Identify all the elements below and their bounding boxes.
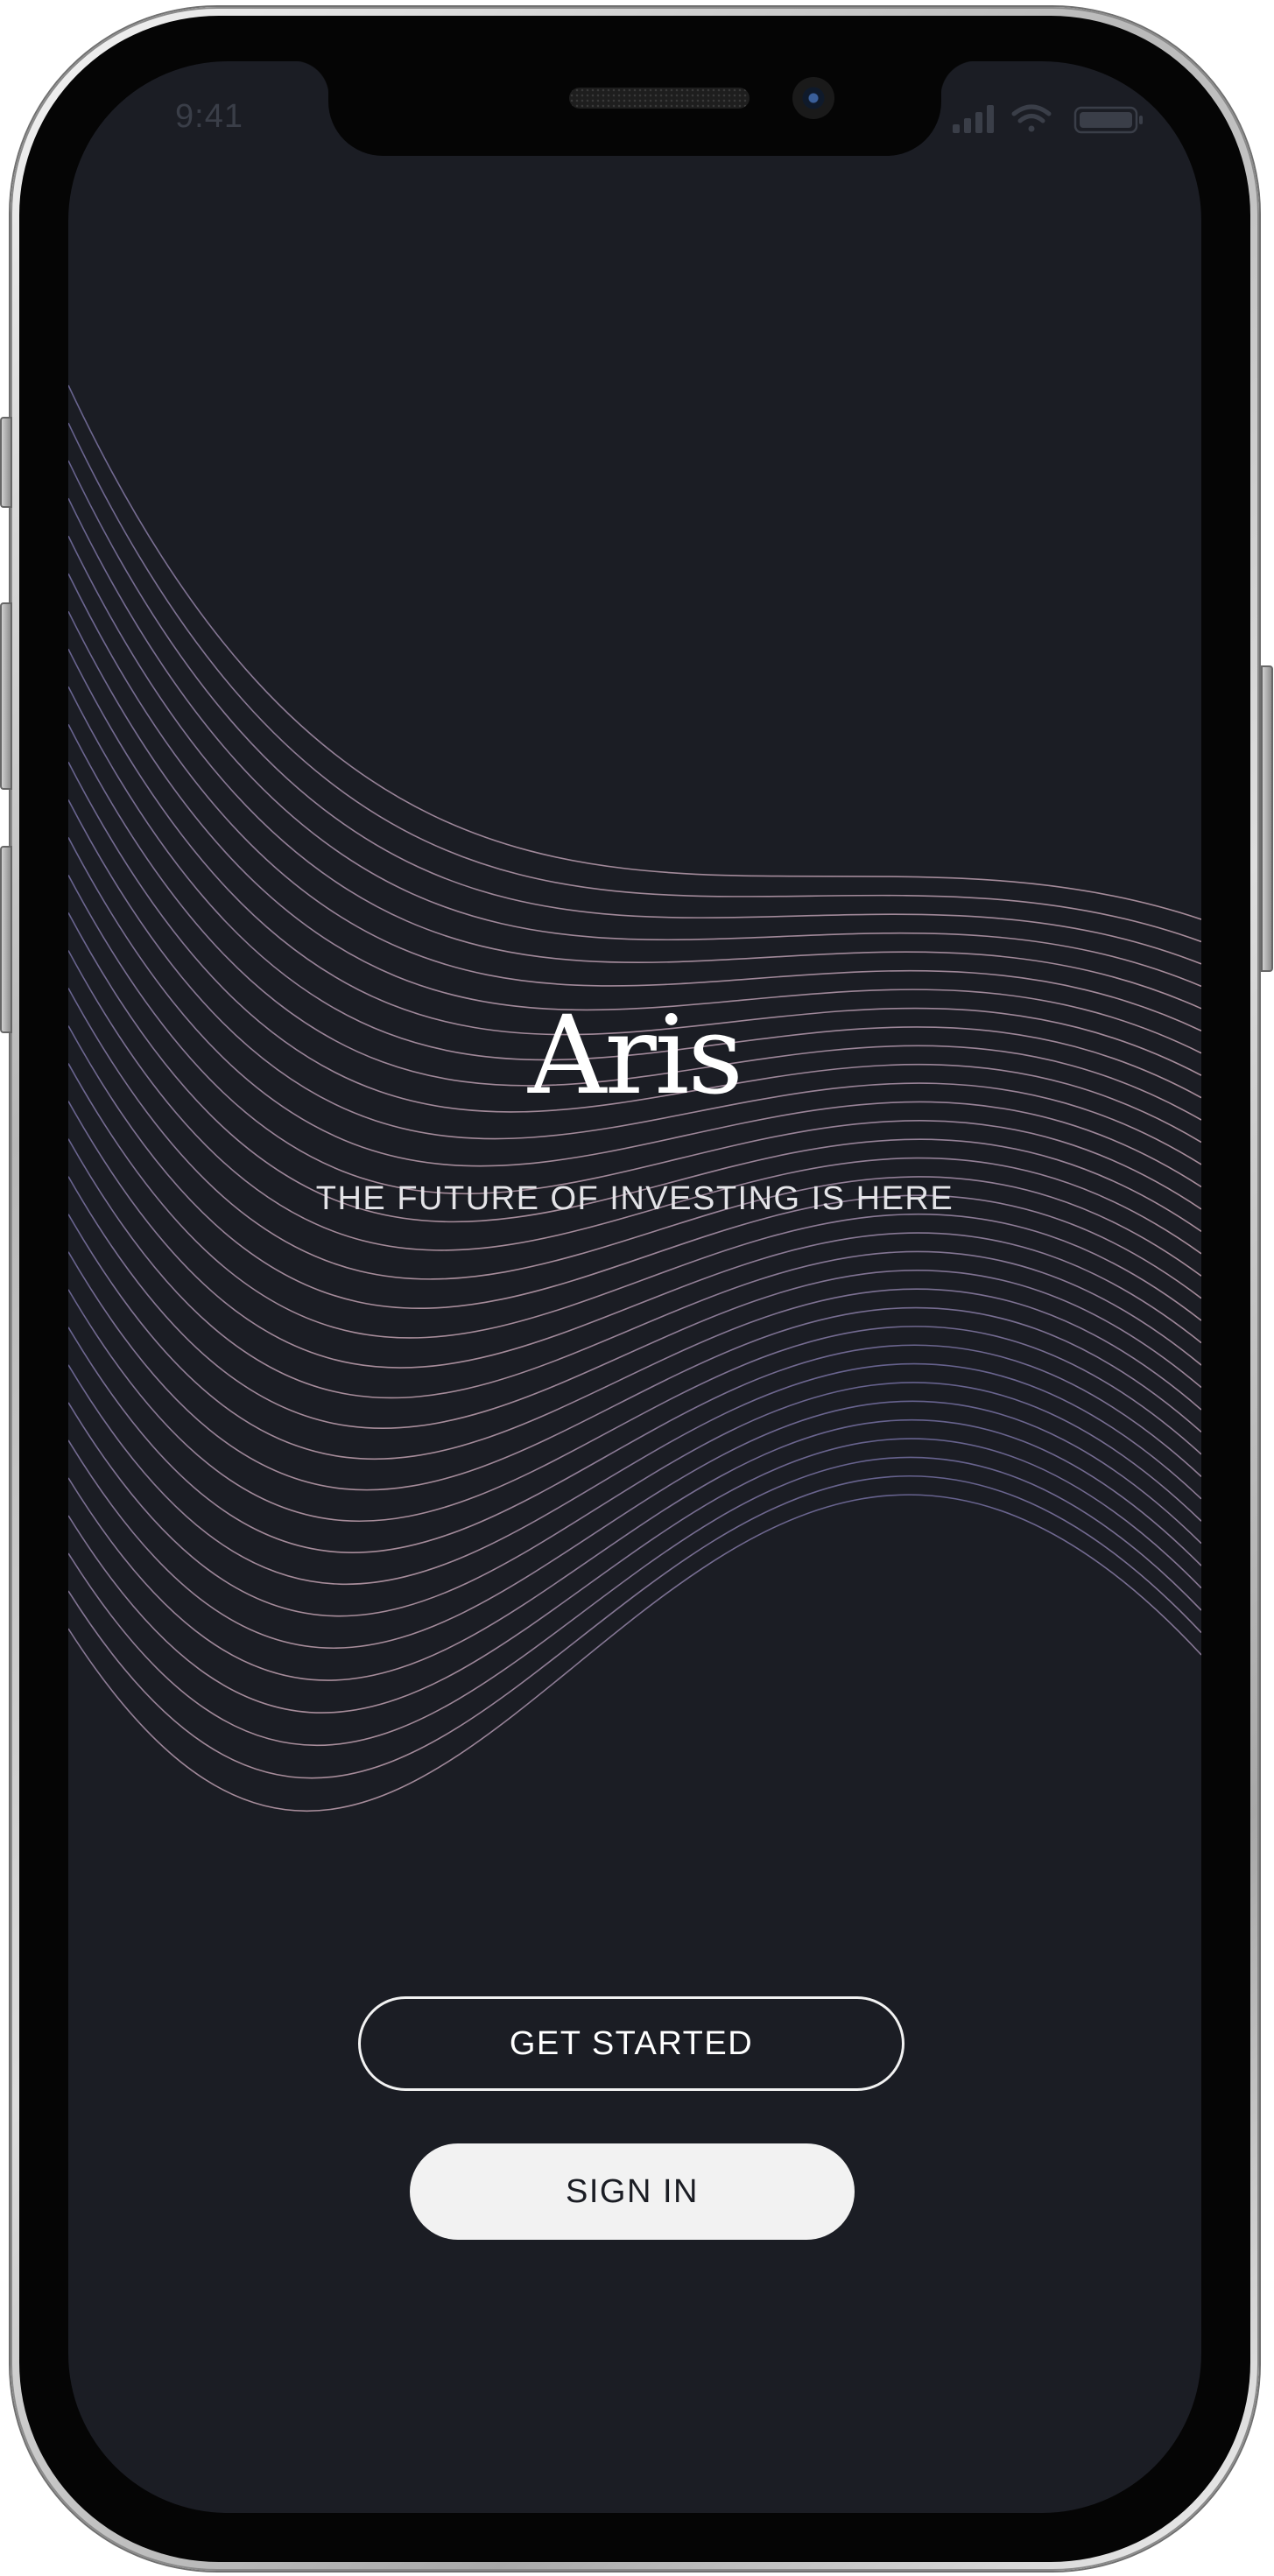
get-started-button[interactable]: GET STARTED (358, 1996, 904, 2091)
wave-line (68, 460, 1201, 965)
display-notch (293, 61, 976, 156)
wave-line (68, 422, 1201, 943)
earpiece-speaker (569, 88, 750, 109)
wave-line (68, 497, 1201, 988)
brand-title: Aris (527, 993, 743, 1119)
tagline: THE FUTURE OF INVESTING IS HERE (315, 1180, 954, 1217)
wave-line (68, 1438, 1201, 1714)
wave-line (68, 1138, 1201, 1399)
wave-line (68, 535, 1201, 1010)
wave-line (68, 1327, 1201, 1553)
wifi-icon (1011, 104, 1052, 132)
status-icons (953, 104, 1143, 134)
volume-down-button (0, 846, 12, 1033)
sign-in-button[interactable]: SIGN IN (410, 2143, 855, 2240)
wave-line (68, 1400, 1201, 1649)
wave-line (68, 1214, 1201, 1460)
volume-up-button (0, 602, 12, 790)
battery-icon (1073, 106, 1143, 134)
wave-line (68, 1251, 1201, 1491)
status-time: 9:41 (175, 98, 243, 135)
wave-line (68, 384, 1201, 920)
cellular-signal-icon (953, 105, 994, 133)
wave-line (68, 1418, 1201, 1681)
app-screen: 9:41 Aris THE FUTURE OF INVESTING IS HER… (68, 61, 1201, 2513)
front-camera-icon (792, 77, 834, 119)
power-button (1261, 665, 1273, 972)
silent-switch (0, 417, 12, 508)
wave-line (68, 1456, 1201, 1747)
wave-line (68, 1475, 1201, 1779)
wave-line (68, 1494, 1201, 1812)
